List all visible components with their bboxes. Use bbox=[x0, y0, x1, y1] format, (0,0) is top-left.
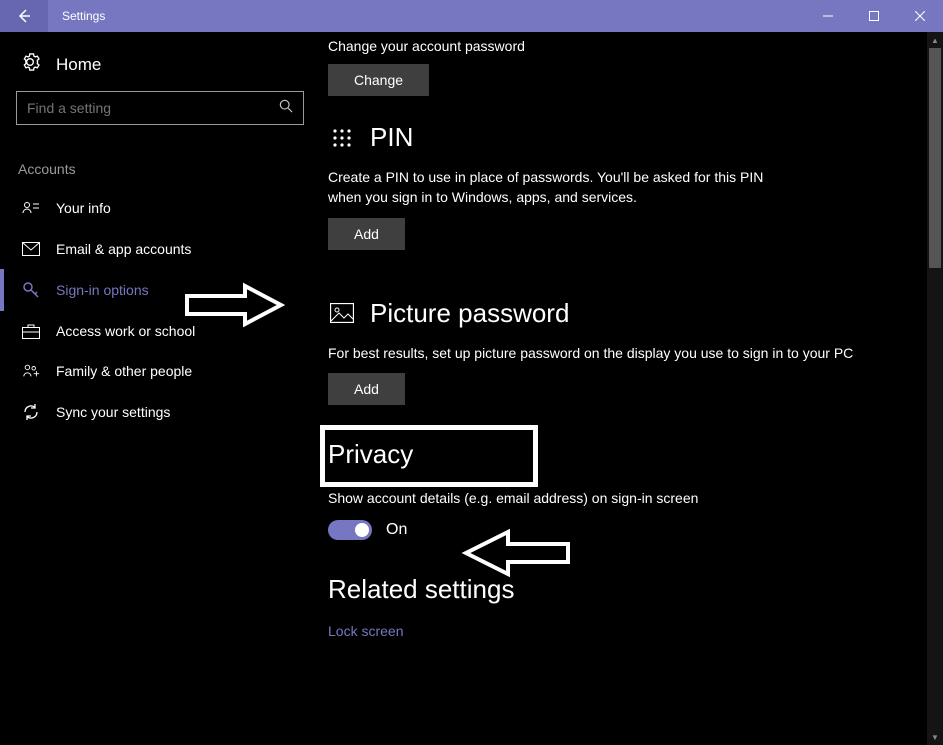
arrow-left-icon bbox=[16, 8, 32, 24]
sidebar-item-label: Sync your settings bbox=[56, 404, 170, 420]
pin-pad-icon bbox=[328, 127, 356, 149]
sidebar-item-label: Access work or school bbox=[56, 323, 195, 339]
search-input-container[interactable] bbox=[16, 91, 304, 125]
home-button[interactable]: Home bbox=[0, 46, 320, 91]
search-icon bbox=[279, 99, 293, 118]
pin-desc: Create a PIN to use in place of password… bbox=[328, 167, 788, 208]
sidebar-item-label: Your info bbox=[56, 200, 111, 216]
close-icon bbox=[915, 11, 925, 21]
people-icon bbox=[22, 363, 40, 379]
change-password-button[interactable]: Change bbox=[328, 64, 429, 96]
minimize-button[interactable] bbox=[805, 0, 851, 32]
person-card-icon bbox=[22, 199, 40, 217]
toggle-knob bbox=[355, 523, 369, 537]
mail-icon bbox=[22, 242, 40, 256]
annotation-arrow-right bbox=[185, 282, 285, 333]
sync-icon bbox=[22, 403, 40, 421]
annotation-box bbox=[320, 425, 538, 487]
category-label: Accounts bbox=[0, 143, 320, 187]
maximize-icon bbox=[869, 11, 879, 21]
sidebar-item-your-info[interactable]: Your info bbox=[0, 187, 320, 229]
back-button[interactable] bbox=[0, 0, 48, 32]
picture-heading: Picture password bbox=[370, 298, 569, 329]
related-heading: Related settings bbox=[328, 574, 923, 605]
sidebar-item-label: Family & other people bbox=[56, 363, 192, 379]
key-icon bbox=[22, 281, 40, 299]
close-button[interactable] bbox=[897, 0, 943, 32]
sidebar-item-label: Sign-in options bbox=[56, 282, 149, 298]
sidebar-item-label: Email & app accounts bbox=[56, 241, 191, 257]
home-label: Home bbox=[56, 55, 101, 75]
scroll-down-icon[interactable]: ▼ bbox=[927, 729, 943, 745]
scroll-up-icon[interactable]: ▲ bbox=[927, 32, 943, 48]
pin-heading-row: PIN bbox=[328, 122, 923, 153]
gear-icon bbox=[20, 52, 40, 77]
briefcase-icon bbox=[22, 323, 40, 339]
sidebar: Home Accounts Your info Email & app acco… bbox=[0, 32, 320, 745]
sidebar-item-email[interactable]: Email & app accounts bbox=[0, 229, 320, 269]
main-content: Change your account password Change PIN … bbox=[320, 32, 943, 745]
window-controls bbox=[805, 0, 943, 32]
minimize-icon bbox=[823, 11, 833, 21]
search-input[interactable] bbox=[27, 100, 279, 116]
sidebar-item-family[interactable]: Family & other people bbox=[0, 351, 320, 391]
annotation-arrow-left bbox=[460, 528, 570, 583]
maximize-button[interactable] bbox=[851, 0, 897, 32]
vertical-scrollbar[interactable]: ▲ ▼ bbox=[927, 32, 943, 745]
pin-heading: PIN bbox=[370, 122, 413, 153]
add-pin-button[interactable]: Add bbox=[328, 218, 405, 250]
privacy-toggle[interactable] bbox=[328, 520, 372, 540]
picture-heading-row: Picture password bbox=[328, 298, 923, 329]
sidebar-item-sync[interactable]: Sync your settings bbox=[0, 391, 320, 433]
scrollbar-thumb[interactable] bbox=[929, 48, 941, 268]
toggle-state-label: On bbox=[386, 521, 407, 539]
password-desc: Change your account password bbox=[328, 38, 923, 54]
window-title: Settings bbox=[48, 0, 805, 32]
picture-icon bbox=[328, 303, 356, 323]
titlebar: Settings bbox=[0, 0, 943, 32]
add-picture-password-button[interactable]: Add bbox=[328, 373, 405, 405]
lock-screen-link[interactable]: Lock screen bbox=[328, 623, 403, 639]
picture-desc: For best results, set up picture passwor… bbox=[328, 343, 923, 363]
privacy-toggle-label: Show account details (e.g. email address… bbox=[328, 488, 923, 508]
